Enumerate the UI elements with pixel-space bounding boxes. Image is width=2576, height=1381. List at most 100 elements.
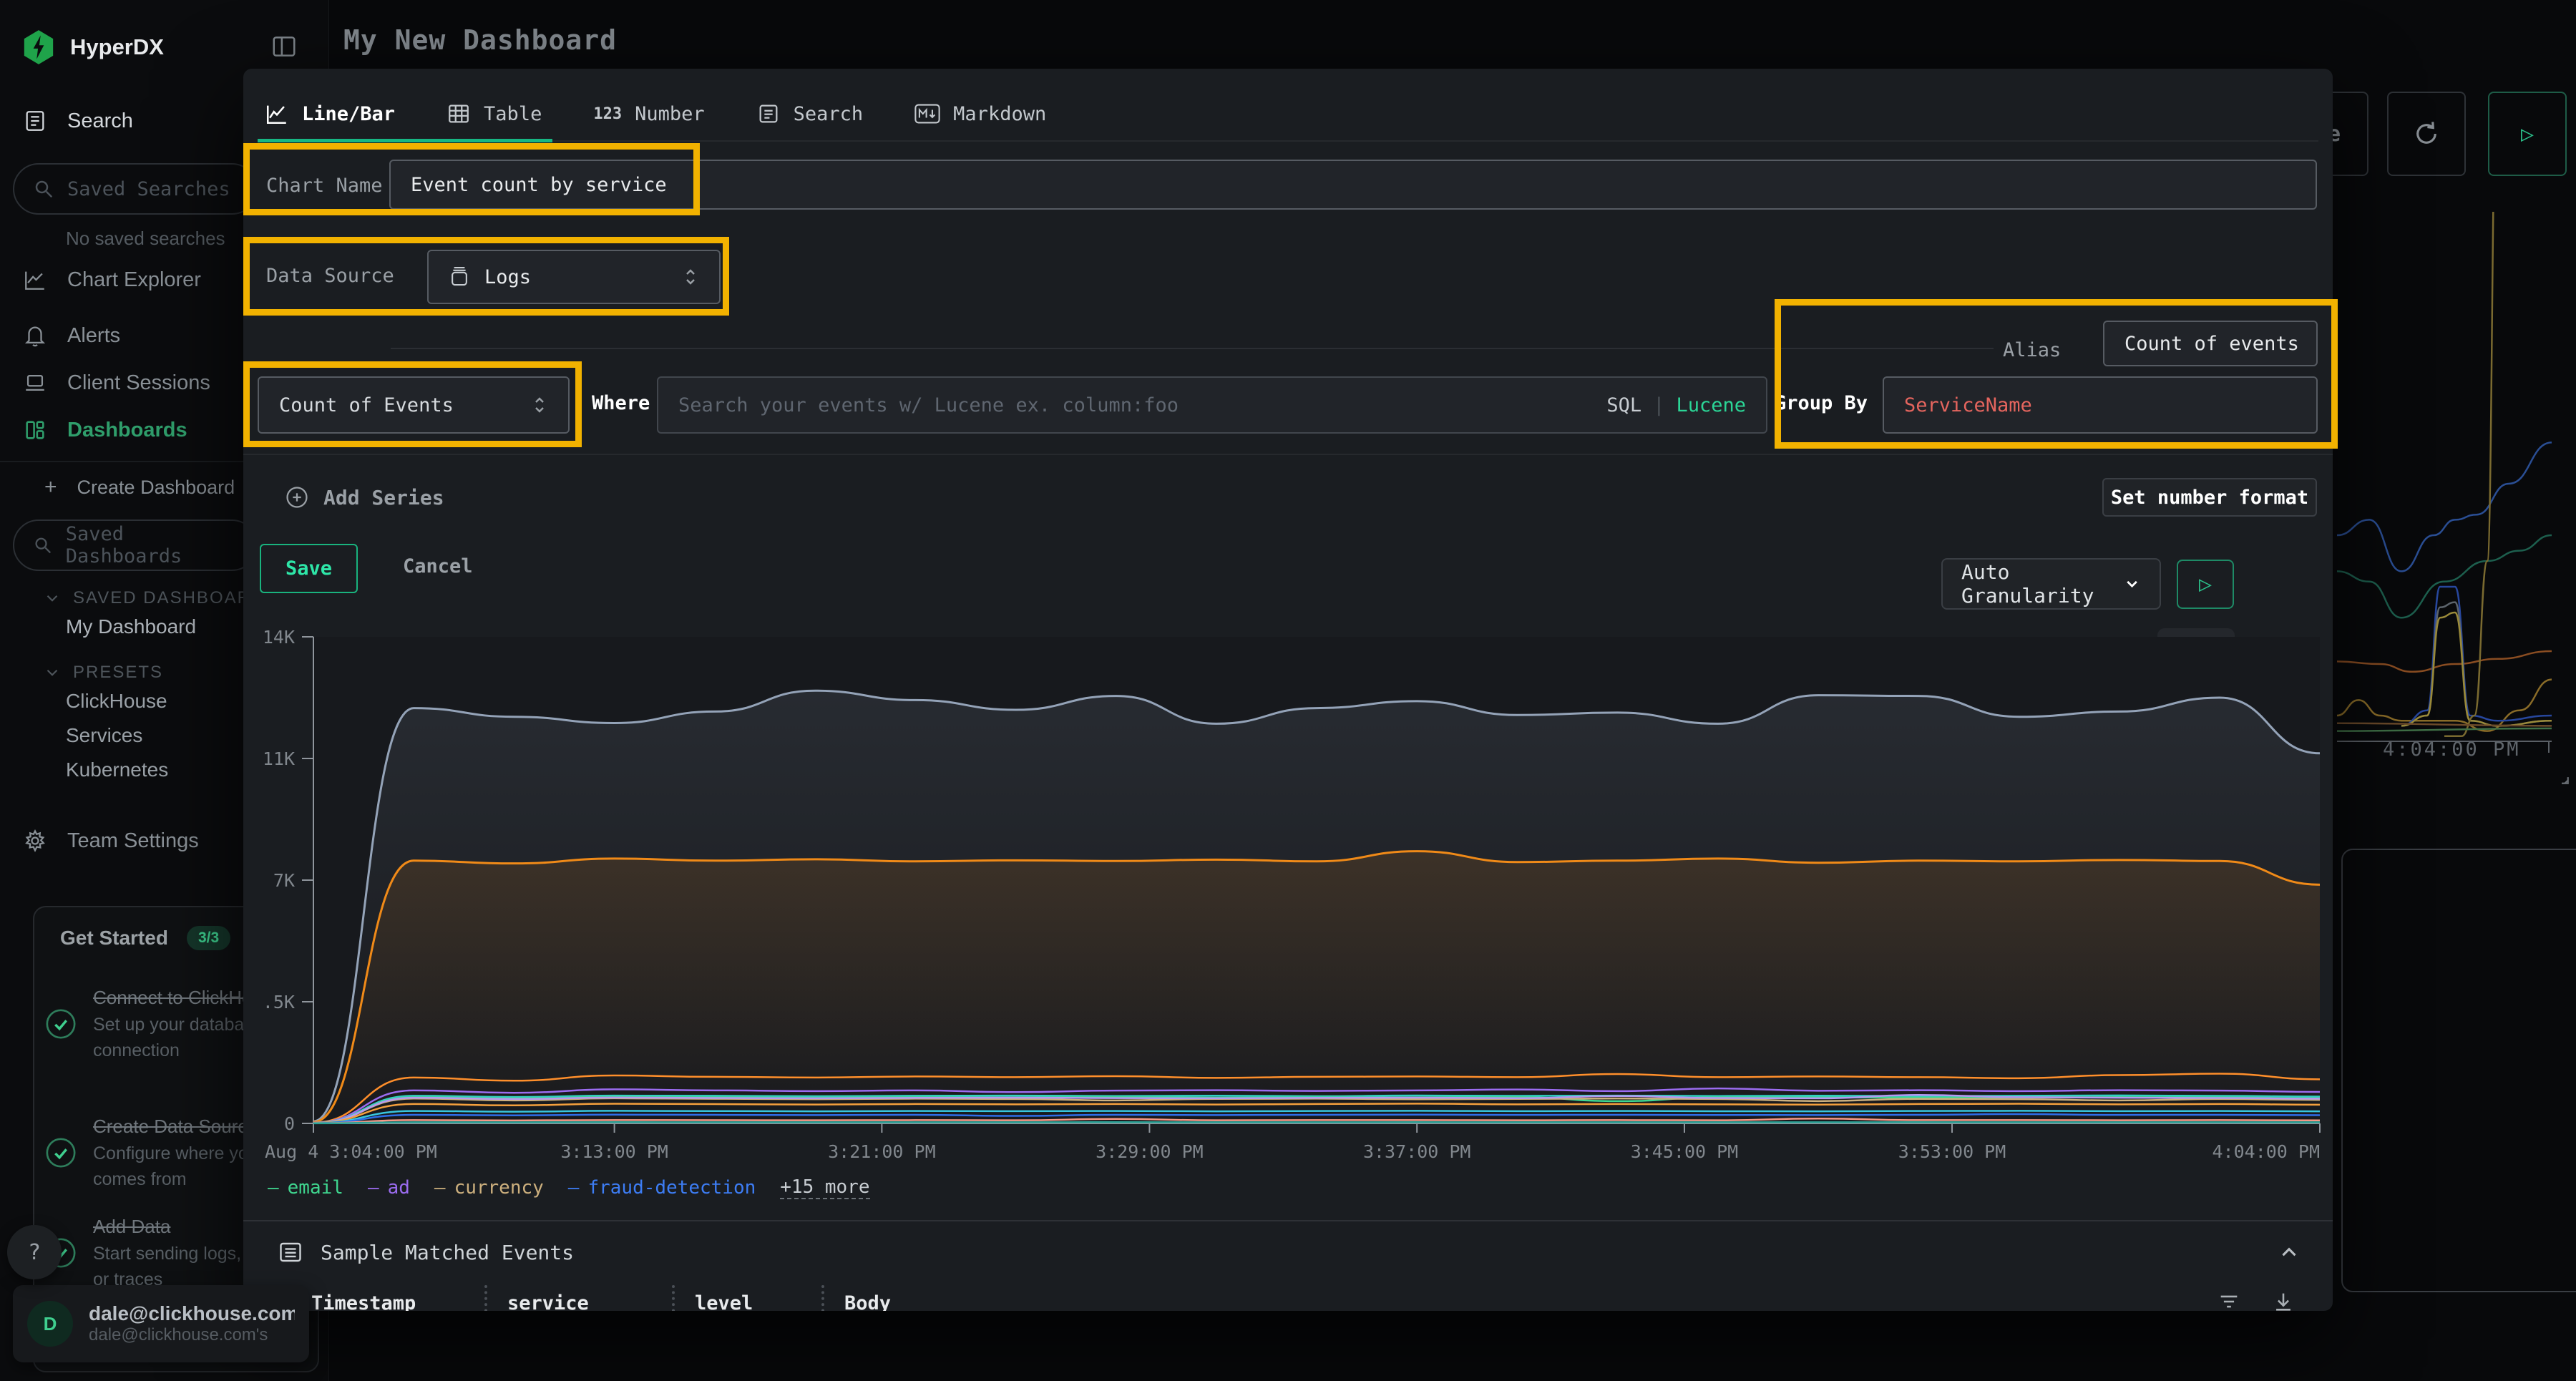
tab-line-bar[interactable]: Line/Bar xyxy=(258,102,402,126)
get-started-badge: 3/3 xyxy=(187,926,230,950)
tab-search[interactable]: Search xyxy=(749,102,871,126)
sidebar-preset-services[interactable]: Services xyxy=(66,724,142,747)
sidebar-item-alerts[interactable]: Alerts xyxy=(23,323,120,348)
sidebar-item-label: Chart Explorer xyxy=(67,268,201,292)
dashboards-icon xyxy=(23,418,47,442)
chevron-down-icon xyxy=(43,589,62,607)
laptop-icon xyxy=(23,371,47,395)
document-icon xyxy=(23,109,47,133)
legend-item-email[interactable]: —email xyxy=(268,1177,343,1199)
highlight-box-data-source xyxy=(243,237,729,316)
save-button[interactable]: Save xyxy=(260,544,358,593)
plus-circle-icon xyxy=(285,485,309,509)
plus-icon: + xyxy=(44,475,57,499)
svg-text:7K: 7K xyxy=(273,870,295,891)
avatar: D xyxy=(27,1301,73,1347)
filter-icon[interactable] xyxy=(2217,1289,2241,1311)
tab-number[interactable]: 123 Number xyxy=(586,103,711,125)
list-icon xyxy=(278,1239,303,1265)
where-input[interactable]: Search your events w/ Lucene ex. column:… xyxy=(657,376,1767,434)
markdown-icon xyxy=(914,103,940,125)
run-query-button[interactable]: ▷ xyxy=(2488,92,2567,176)
tab-markdown[interactable]: Markdown xyxy=(907,103,1053,125)
granularity-select[interactable]: Auto Granularity xyxy=(1941,558,2161,610)
saved-dashboards-placeholder: Saved Dashboards xyxy=(66,523,238,567)
tab-table[interactable]: Table xyxy=(439,102,549,126)
events-table-header: Timestamp (Local)servicelevelBody xyxy=(243,1285,2333,1311)
search-icon xyxy=(33,535,53,556)
legend-more-link[interactable]: +15 more xyxy=(780,1176,869,1199)
sidebar-item-client-sessions[interactable]: Client Sessions xyxy=(23,371,210,395)
check-circle-icon xyxy=(44,1007,77,1040)
user-team: dale@clickhouse.com's xyxy=(89,1325,295,1345)
table-icon xyxy=(447,102,471,126)
svg-text:3:13:00 PM: 3:13:00 PM xyxy=(560,1141,668,1162)
tabs-underline xyxy=(258,140,2318,142)
play-icon: ▷ xyxy=(2521,122,2534,147)
play-icon: ▷ xyxy=(2199,572,2212,597)
background-chart-time-label: 4:04:00 PM xyxy=(2383,738,2521,761)
svg-text:3.5K: 3.5K xyxy=(265,992,295,1012)
svg-text:3:37:00 PM: 3:37:00 PM xyxy=(1363,1141,1471,1162)
collapse-chevron-icon[interactable] xyxy=(2277,1240,2301,1264)
chevron-down-icon xyxy=(43,663,62,682)
gear-icon xyxy=(23,829,47,853)
screen: HyperDX Search Saved Searches No saved s… xyxy=(0,0,2576,1381)
column-header-body[interactable]: Body xyxy=(821,1285,1251,1311)
create-dashboard-button[interactable]: + Create Dashboard xyxy=(44,475,235,499)
column-header-timestamp-local-[interactable]: Timestamp (Local) xyxy=(311,1285,484,1311)
legend-item-fraud-detection[interactable]: —fraud-detection xyxy=(568,1177,756,1199)
sidebar-collapse-icon[interactable] xyxy=(270,33,298,60)
where-placeholder: Search your events w/ Lucene ex. column:… xyxy=(678,394,1179,416)
sidebar-preset-kubernetes[interactable]: Kubernetes xyxy=(66,758,168,781)
highlight-box-group-by xyxy=(1775,299,2338,449)
user-email: dale@clickhouse.com xyxy=(89,1302,295,1325)
svg-text:3:45:00 PM: 3:45:00 PM xyxy=(1631,1141,1739,1162)
legend-swatch: — xyxy=(434,1177,446,1199)
column-header-service[interactable]: service xyxy=(484,1285,672,1311)
sidebar-item-chart-explorer[interactable]: Chart Explorer xyxy=(23,268,201,292)
presets-section[interactable]: PRESETS xyxy=(43,663,163,683)
help-button[interactable]: ? xyxy=(7,1225,62,1279)
tabs-underline-active xyxy=(258,139,552,142)
legend-swatch: — xyxy=(368,1177,379,1199)
legend-item-ad[interactable]: —ad xyxy=(368,1177,410,1199)
user-menu[interactable]: D dale@clickhouse.com dale@clickhouse.co… xyxy=(13,1285,309,1362)
sidebar-dashboard-my-dashboard[interactable]: My Dashboard xyxy=(66,615,196,638)
column-header-level[interactable]: level xyxy=(672,1285,821,1311)
saved-dashboards-input[interactable]: Saved Dashboards xyxy=(13,519,258,571)
highlight-box-chart-name xyxy=(243,143,700,215)
set-number-format-button[interactable]: Set number format xyxy=(2102,478,2317,517)
check-circle-icon xyxy=(44,1136,77,1169)
saved-searches-input[interactable]: Saved Searches xyxy=(13,163,258,215)
brand-name: HyperDX xyxy=(70,34,164,60)
sidebar-item-search[interactable]: Search xyxy=(23,109,133,133)
search-icon xyxy=(33,178,54,200)
sql-toggle[interactable]: SQL xyxy=(1606,394,1641,416)
chevron-down-icon xyxy=(2123,573,2141,595)
team-settings-button[interactable]: Team Settings xyxy=(23,829,199,853)
svg-text:3:29:00 PM: 3:29:00 PM xyxy=(1096,1141,1204,1162)
refresh-icon xyxy=(2411,119,2441,149)
bell-icon xyxy=(23,323,47,348)
sample-matched-events-header[interactable]: Sample Matched Events xyxy=(278,1239,2301,1265)
lucene-toggle[interactable]: Lucene xyxy=(1676,394,1746,416)
number-123-icon: 123 xyxy=(593,105,622,123)
hyperdx-logo-icon xyxy=(23,30,54,64)
sidebar-preset-clickhouse[interactable]: ClickHouse xyxy=(66,690,167,713)
cancel-button[interactable]: Cancel xyxy=(403,555,473,577)
sidebar-item-dashboards[interactable]: Dashboards xyxy=(23,418,187,442)
refresh-button[interactable] xyxy=(2387,92,2466,176)
svg-text:3:53:00 PM: 3:53:00 PM xyxy=(1898,1141,2006,1162)
download-icon[interactable] xyxy=(2271,1289,2296,1311)
timeseries-chart[interactable]: 03.5K7K11K14KAug 4 3:04:00 PM3:13:00 PM3… xyxy=(265,630,2326,1173)
add-series-button[interactable]: Add Series xyxy=(285,485,444,509)
svg-text:14K: 14K xyxy=(265,630,295,648)
run-chart-button[interactable]: ▷ xyxy=(2177,560,2234,609)
svg-text:3:21:00 PM: 3:21:00 PM xyxy=(828,1141,936,1162)
sidebar-item-label: Search xyxy=(67,109,133,133)
legend-item-currency[interactable]: —currency xyxy=(434,1177,544,1199)
resize-handle-icon[interactable] xyxy=(2552,767,2570,786)
alias-rule xyxy=(391,348,1994,349)
line-chart-icon xyxy=(265,102,289,126)
